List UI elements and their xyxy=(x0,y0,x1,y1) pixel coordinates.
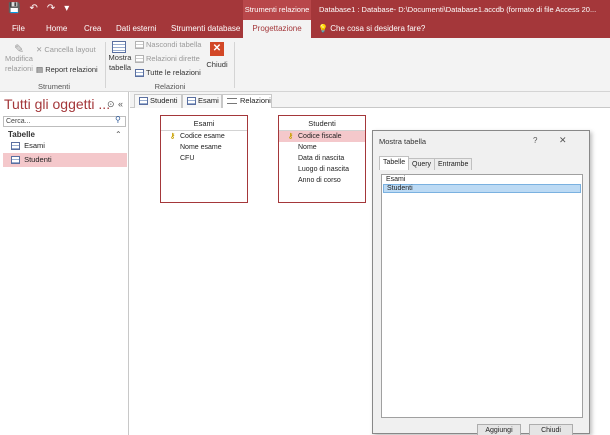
tutte-relazioni-button[interactable]: Tutte le relazioni xyxy=(135,68,201,78)
table-box-esami[interactable]: Esami ⚷ Codice esame Nome esame CFU xyxy=(160,115,248,203)
dialog-title: Mostra tabella xyxy=(379,137,427,146)
title-bar: 💾 ↶ ↷ ▾ Strumenti relazione Database1 : … xyxy=(0,0,610,20)
ribbon: ✎ Modifica relazioni ✕ Cancella layout ▤… xyxy=(0,38,610,92)
key-icon: ⚷ xyxy=(288,133,294,140)
table-box-title[interactable]: Esami xyxy=(161,116,247,131)
tell-me-text: Che cosa si desidera fare? xyxy=(330,24,426,33)
field-row[interactable]: Luogo di nascita xyxy=(279,164,365,175)
table-icon xyxy=(11,156,20,165)
field-row[interactable]: Nome esame xyxy=(161,142,247,153)
field-row[interactable]: Anno di corso xyxy=(279,175,365,186)
field-row[interactable]: Nome xyxy=(279,142,365,153)
field-row[interactable]: CFU xyxy=(161,153,247,164)
table-box-title[interactable]: Studenti xyxy=(279,116,365,131)
table-box-studenti[interactable]: Studenti ⚷ Codice fiscale Nome Data di na… xyxy=(278,115,366,203)
hide-table-icon xyxy=(135,41,144,50)
tab-progettazione[interactable]: Progettazione xyxy=(243,20,311,38)
collapse-pane-icon[interactable]: « xyxy=(118,99,123,109)
search-input[interactable]: Cerca... xyxy=(3,116,126,127)
doc-tab-relazioni[interactable]: Relazioni xyxy=(222,94,272,109)
relationships-icon xyxy=(227,98,237,105)
table-icon xyxy=(139,97,148,106)
nav-pane-title[interactable]: Tutti gli oggetti ... xyxy=(4,96,110,112)
tell-me-box[interactable]: 💡 Che cosa si desidera fare? xyxy=(318,24,425,33)
tab-home[interactable]: Home xyxy=(46,20,67,38)
lightbulb-icon: 💡 xyxy=(318,24,328,33)
mostra-tabella-button[interactable]: Mostra tabella xyxy=(108,41,132,73)
direct-relationships-icon xyxy=(135,55,144,64)
show-table-dialog: Mostra tabella ? ✕ Tabelle Query Entramb… xyxy=(372,130,590,435)
dialog-tab-query[interactable]: Query xyxy=(408,158,436,170)
nav-menu-dropdown-icon[interactable]: ⊙ xyxy=(107,99,115,110)
nav-section-tabelle[interactable]: Tabelle xyxy=(8,130,35,139)
ribbon-tab-bar: File Home Crea Dati esterni Strumenti da… xyxy=(0,20,610,38)
doc-tab-studenti[interactable]: Studenti xyxy=(134,94,182,108)
undo-icon[interactable]: ↶ xyxy=(29,3,37,14)
group-separator xyxy=(234,42,235,88)
navigation-pane: Tutti gli oggetti ... ⊙ « Cerca... ⚲ Tab… xyxy=(0,92,129,435)
customize-toolbar-icon[interactable]: ▾ xyxy=(64,3,69,14)
search-icon[interactable]: ⚲ xyxy=(115,115,121,124)
field-row[interactable]: Data di nascita xyxy=(279,153,365,164)
close-icon[interactable]: ✕ xyxy=(559,135,567,146)
table-icon xyxy=(187,97,196,106)
quick-access-toolbar: 💾 ↶ ↷ ▾ xyxy=(8,3,69,14)
tab-dati-esterni[interactable]: Dati esterni xyxy=(116,20,156,38)
close-button[interactable]: Chiudi xyxy=(529,424,573,435)
all-relationships-icon xyxy=(135,69,144,78)
tab-strumenti-database[interactable]: Strumenti database xyxy=(171,20,240,38)
group-label-strumenti: Strumenti xyxy=(37,82,71,91)
context-tab-group-label: Strumenti relazione xyxy=(243,0,311,20)
field-row[interactable]: ⚷ Codice fiscale xyxy=(279,131,365,142)
list-item-studenti[interactable]: Studenti xyxy=(383,184,581,193)
relationships-canvas[interactable]: Esami ⚷ Codice esame Nome esame CFU Stude… xyxy=(130,108,610,435)
table-list[interactable]: Esami Studenti xyxy=(381,174,583,418)
field-row[interactable]: ⚷ Codice esame xyxy=(161,131,247,142)
nav-item-esami[interactable]: Esami xyxy=(3,139,127,153)
nascondi-tabella-button[interactable]: Nascondi tabella xyxy=(135,40,201,50)
clear-layout-icon: ✕ xyxy=(36,45,43,54)
workspace: Studenti Esami Relazioni Esami ⚷ Codice e… xyxy=(130,92,610,435)
modifica-relazioni-button[interactable]: ✎ Modifica relazioni xyxy=(4,42,34,74)
table-icon xyxy=(11,142,20,151)
relazioni-dirette-button[interactable]: Relazioni dirette xyxy=(135,54,200,64)
save-icon[interactable]: 💾 xyxy=(8,3,20,14)
chiudi-ribbon-button[interactable]: ✕ Chiudi xyxy=(205,42,229,69)
doc-tab-esami[interactable]: Esami xyxy=(182,94,222,108)
dialog-tab-entrambe[interactable]: Entrambe xyxy=(434,158,473,170)
collapse-section-icon[interactable]: ⌃ xyxy=(115,130,122,139)
cancella-layout-button[interactable]: ✕ Cancella layout xyxy=(36,45,96,54)
window-title: Database1 : Database- D:\Documenti\Datab… xyxy=(319,5,597,14)
show-table-icon xyxy=(108,41,132,53)
close-icon: ✕ xyxy=(210,42,224,56)
edit-relationships-icon: ✎ xyxy=(13,42,25,56)
group-label-relazioni: Relazioni xyxy=(154,82,186,91)
report-icon: ▤ xyxy=(36,65,44,74)
document-tabs: Studenti Esami Relazioni xyxy=(130,92,610,109)
tab-file[interactable]: File xyxy=(12,20,25,38)
help-icon[interactable]: ? xyxy=(533,136,537,145)
redo-icon[interactable]: ↷ xyxy=(47,3,55,14)
key-icon: ⚷ xyxy=(170,133,176,140)
add-button[interactable]: Aggiungi xyxy=(477,424,521,435)
tab-crea[interactable]: Crea xyxy=(84,20,101,38)
dialog-tab-tabelle[interactable]: Tabelle xyxy=(379,156,410,170)
list-item-esami[interactable]: Esami xyxy=(383,175,581,184)
report-relazioni-button[interactable]: ▤ Report relazioni xyxy=(36,65,98,74)
nav-item-studenti[interactable]: Studenti xyxy=(3,153,127,167)
